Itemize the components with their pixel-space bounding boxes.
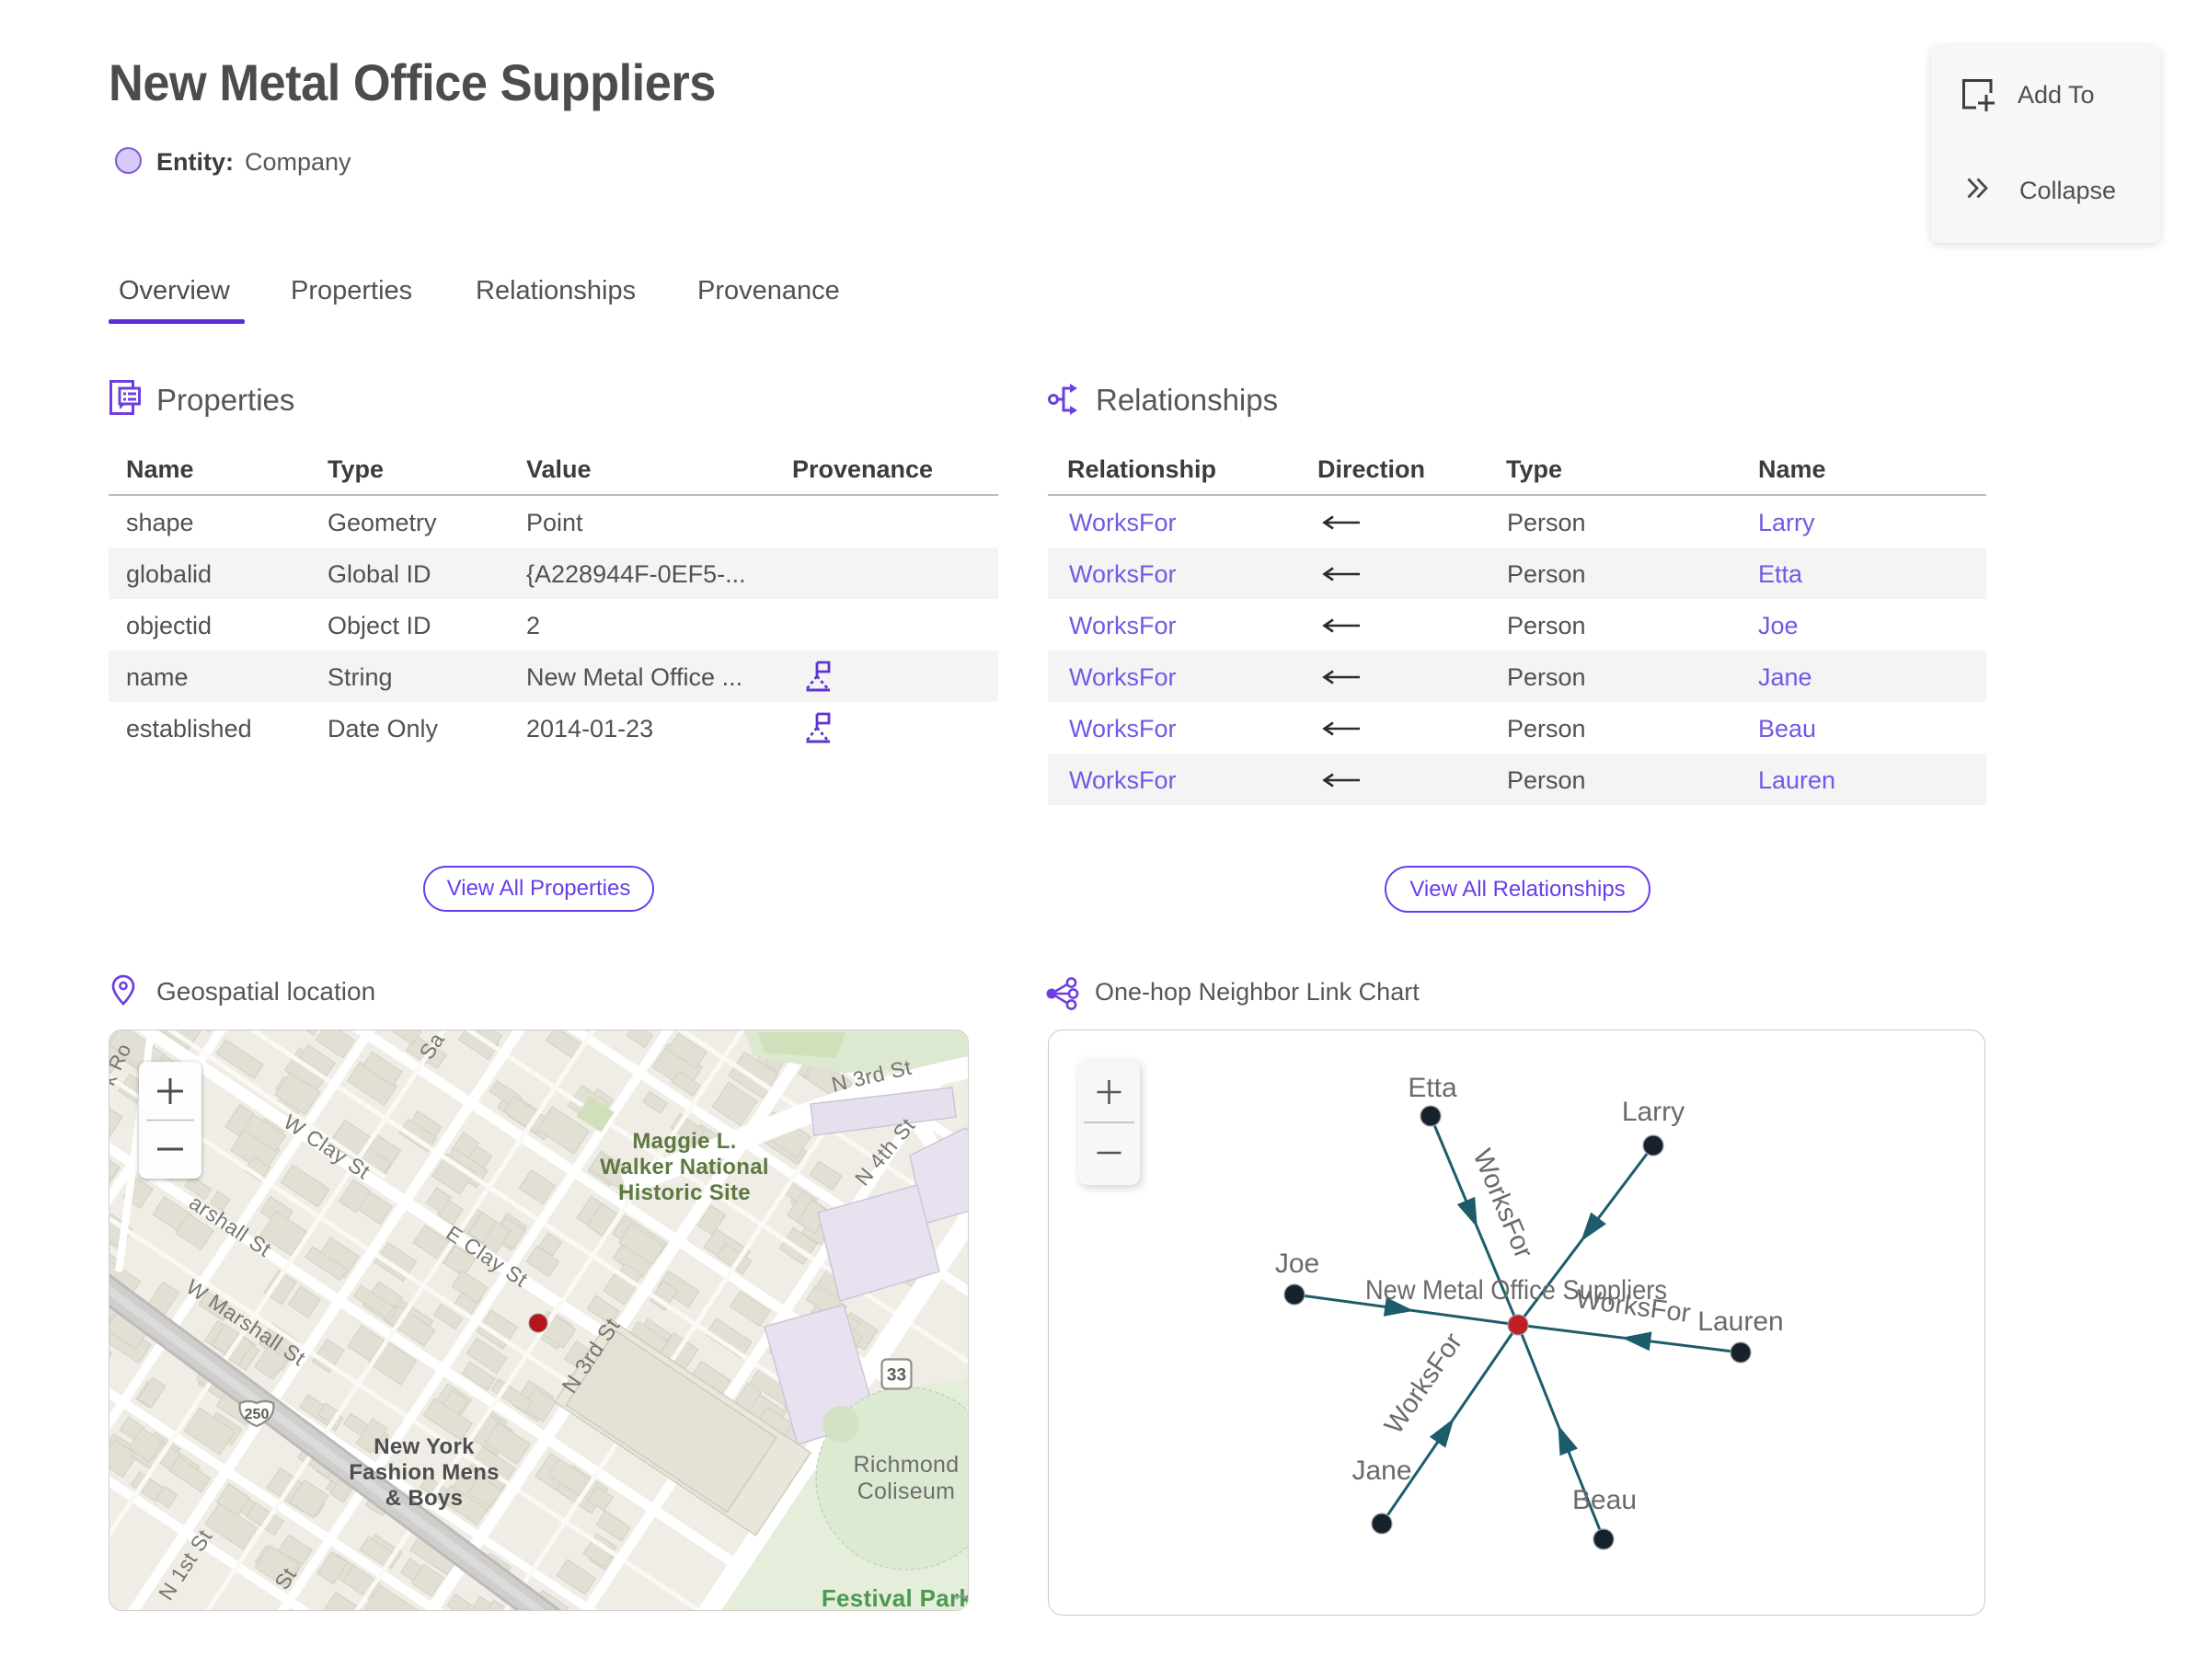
svg-text:Larry: Larry <box>1622 1097 1685 1127</box>
svg-text:Maggie L.: Maggie L. <box>632 1129 736 1154</box>
svg-text:Historic Site: Historic Site <box>618 1180 751 1205</box>
svg-text:Walker National: Walker National <box>600 1155 769 1179</box>
svg-text:New York: New York <box>374 1434 475 1459</box>
svg-text:250: 250 <box>245 1407 270 1422</box>
svg-text:Lauren: Lauren <box>1697 1306 1783 1337</box>
svg-text:Festival Park: Festival Park <box>822 1584 969 1611</box>
svg-text:Coliseum: Coliseum <box>857 1479 956 1504</box>
svg-text:Etta: Etta <box>1408 1073 1457 1103</box>
svg-text:& Boys: & Boys <box>385 1486 464 1511</box>
svg-text:Joe: Joe <box>1275 1248 1319 1279</box>
svg-text:WorksFor: WorksFor <box>1379 1328 1468 1440</box>
svg-text:WorksFor: WorksFor <box>1574 1284 1693 1329</box>
svg-text:Fashion Mens: Fashion Mens <box>349 1460 500 1485</box>
svg-text:33: 33 <box>887 1366 906 1386</box>
svg-text:Beau: Beau <box>1572 1485 1637 1515</box>
svg-text:Richmond: Richmond <box>854 1452 960 1478</box>
svg-text:WorksFor: WorksFor <box>1466 1145 1538 1263</box>
svg-text:Jane: Jane <box>1351 1456 1411 1486</box>
